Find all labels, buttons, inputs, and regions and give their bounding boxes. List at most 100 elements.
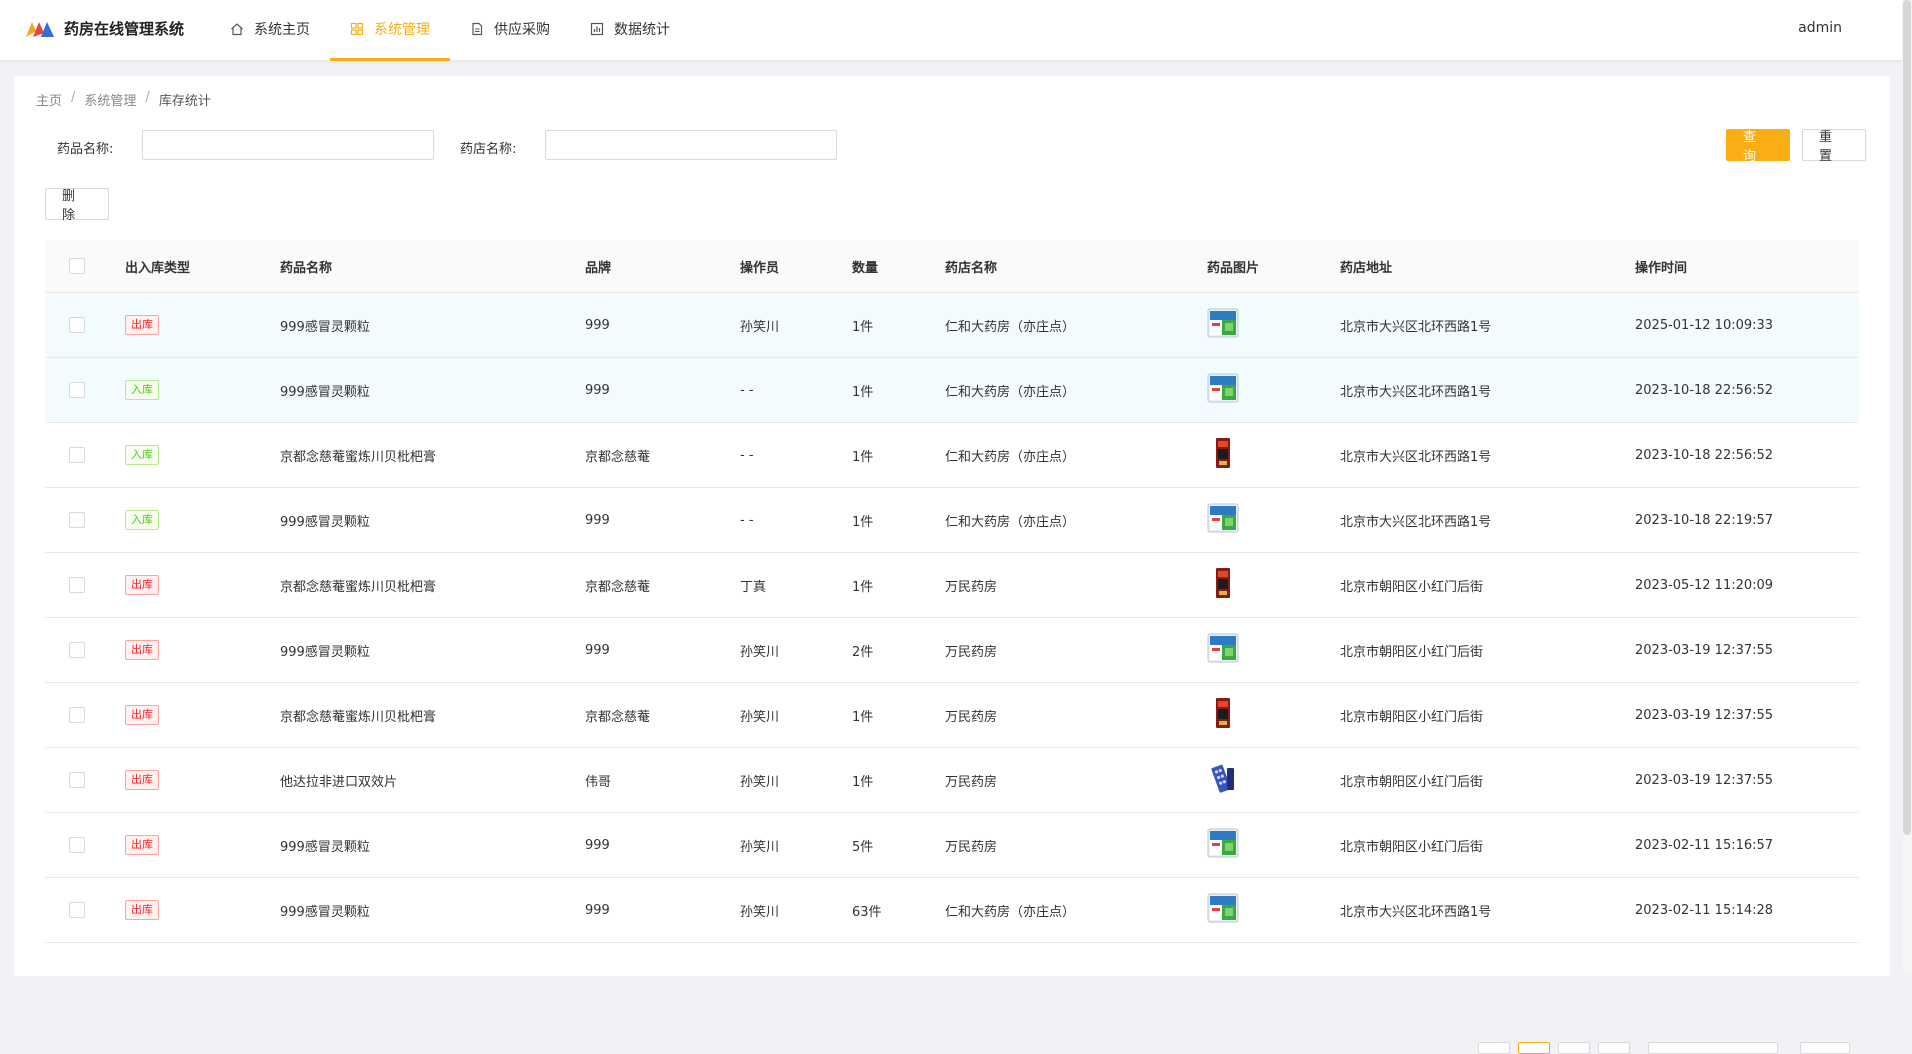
address-cell: 北京市大兴区北环西路1号 — [1340, 449, 1492, 465]
nav-item-stats[interactable]: 数据统计 — [570, 0, 690, 61]
time-cell: 2023-10-18 22:56:52 — [1635, 382, 1774, 398]
quantity-cell: 1件 — [852, 709, 874, 725]
drug-image[interactable] — [1207, 372, 1239, 404]
scrollbar-thumb[interactable] — [1903, 0, 1911, 835]
row-checkbox[interactable] — [69, 447, 85, 463]
table-row[interactable]: 入库 京都念慈菴蜜炼川贝枇杷膏 京都念慈菴 - - 1件 仁和大药房（亦庄点） 北京市大兴区… — [45, 423, 1859, 488]
column-header: 出入库类型 — [125, 260, 191, 276]
type-tag: 入库 — [125, 510, 159, 530]
pager-page-button[interactable] — [1518, 1042, 1550, 1054]
table-row[interactable]: 出库 999感冒灵颗粒 999 孙笑川 63件 仁和大药房（亦庄点） 北京市大兴区北环西路1… — [45, 878, 1859, 943]
pager-size-select[interactable] — [1648, 1042, 1778, 1054]
pager-next-button[interactable] — [1598, 1042, 1630, 1054]
type-tag: 出库 — [125, 315, 159, 335]
pager-prev-button[interactable] — [1478, 1042, 1510, 1054]
table-row[interactable]: 入库 999感冒灵颗粒 999 - - 1件 仁和大药房（亦庄点） 北京市大兴区北环西路1号… — [45, 358, 1859, 423]
table-row[interactable]: 出库 京都念慈菴蜜炼川贝枇杷膏 京都念慈菴 丁真 1件 万民药房 北京市朝阳区小红门后街 20… — [45, 553, 1859, 618]
page-scrollbar[interactable] — [1902, 0, 1912, 972]
content-card: 主页 / 系统管理 / 库存统计 药品名称: 药店名称: 查 询 重 置 删 除… — [14, 76, 1890, 1054]
quantity-cell: 1件 — [852, 449, 874, 465]
nav-label: 系统管理 — [374, 22, 430, 38]
brand-cell: 999 — [585, 382, 610, 398]
address-cell: 北京市朝阳区小红门后街 — [1340, 839, 1484, 855]
quantity-cell: 2件 — [852, 644, 874, 660]
operator-cell: 孙笑川 — [740, 774, 780, 790]
store-cell: 万民药房 — [945, 774, 998, 790]
quantity-cell: 1件 — [852, 514, 874, 530]
nav-item-system[interactable]: 系统管理 — [330, 0, 450, 61]
select-all-checkbox[interactable] — [69, 258, 85, 274]
type-tag: 出库 — [125, 900, 159, 920]
store-cell: 万民药房 — [945, 644, 998, 660]
delete-button[interactable]: 删 除 — [45, 188, 109, 223]
search-form: 药品名称: 药店名称: 查 询 重 置 — [14, 128, 1890, 164]
table-row[interactable]: 入库 999感冒灵颗粒 999 - - 1件 仁和大药房（亦庄点） 北京市大兴区北环西路1号… — [45, 488, 1859, 553]
nav-label: 系统主页 — [254, 22, 310, 38]
user-menu[interactable]: admin — [1798, 20, 1842, 36]
drug-image[interactable] — [1207, 697, 1239, 729]
row-checkbox[interactable] — [69, 512, 85, 528]
grid-icon — [350, 22, 364, 36]
main-nav: 系统主页 系统管理 供应采购 数据统计 — [210, 0, 690, 61]
operator-cell: 孙笑川 — [740, 709, 780, 725]
time-cell: 2023-03-19 12:37:55 — [1635, 772, 1774, 788]
row-checkbox[interactable] — [69, 317, 85, 333]
drug-image[interactable] — [1207, 307, 1239, 339]
table-row[interactable]: 出库 999感冒灵颗粒 999 孙笑川 2件 万民药房 北京市朝阳区小红门后街 2023-03… — [45, 618, 1859, 683]
drug-name-cell: 京都念慈菴蜜炼川贝枇杷膏 — [280, 579, 437, 595]
row-checkbox[interactable] — [69, 577, 85, 593]
drug-image[interactable] — [1207, 827, 1239, 859]
brand[interactable]: 药房在线管理系统 — [24, 18, 184, 39]
drug-image[interactable] — [1207, 632, 1239, 664]
drug-name-input[interactable] — [142, 130, 434, 160]
store-name-input[interactable] — [545, 130, 837, 160]
operator-cell: - - — [740, 447, 754, 463]
row-checkbox[interactable] — [69, 642, 85, 658]
column-header: 药品名称 — [280, 260, 333, 276]
table-row[interactable]: 出库 京都念慈菴蜜炼川贝枇杷膏 京都念慈菴 孙笑川 1件 万民药房 北京市朝阳区小红门后街 2… — [45, 683, 1859, 748]
address-cell: 北京市朝阳区小红门后街 — [1340, 709, 1484, 725]
store-cell: 仁和大药房（亦庄点） — [945, 449, 1076, 465]
store-cell: 仁和大药房（亦庄点） — [945, 319, 1076, 335]
time-cell: 2023-02-11 15:14:28 — [1635, 902, 1774, 918]
reset-button[interactable]: 重 置 — [1802, 129, 1866, 164]
nav-item-home[interactable]: 系统主页 — [210, 0, 330, 61]
document-icon — [472, 22, 483, 36]
drug-image[interactable] — [1207, 762, 1239, 794]
brand-cell: 999 — [585, 837, 610, 853]
operator-cell: 丁真 — [740, 579, 767, 595]
column-header: 品牌 — [585, 260, 612, 276]
row-checkbox[interactable] — [69, 707, 85, 723]
pager-page-button[interactable] — [1558, 1042, 1590, 1054]
pager-jump-input[interactable] — [1800, 1042, 1850, 1054]
drug-image[interactable] — [1207, 437, 1239, 469]
breadcrumb: 主页 / 系统管理 / 库存统计 — [36, 90, 211, 109]
store-cell: 仁和大药房（亦庄点） — [945, 514, 1076, 530]
row-checkbox[interactable] — [69, 902, 85, 918]
table-row[interactable]: 出库 999感冒灵颗粒 999 孙笑川 5件 万民药房 北京市朝阳区小红门后街 2023-02… — [45, 813, 1859, 878]
row-checkbox[interactable] — [69, 772, 85, 788]
time-cell: 2025-01-12 10:09:33 — [1635, 317, 1774, 333]
quantity-cell: 1件 — [852, 319, 874, 335]
query-button[interactable]: 查 询 — [1726, 129, 1790, 164]
breadcrumb-system[interactable]: 系统管理 — [84, 90, 136, 109]
type-tag: 入库 — [125, 380, 159, 400]
table-row[interactable]: 出库 999感冒灵颗粒 999 孙笑川 1件 仁和大药房（亦庄点） 北京市大兴区北环西路1号… — [45, 293, 1859, 358]
operator-cell: - - — [740, 382, 754, 398]
table-row[interactable]: 出库 他达拉非进口双效片 伟哥 孙笑川 1件 万民药房 北京市朝阳区小红门后街 2023-03… — [45, 748, 1859, 813]
drug-image[interactable] — [1207, 502, 1239, 534]
table-body: 出库 999感冒灵颗粒 999 孙笑川 1件 仁和大药房（亦庄点） 北京市大兴区北环西路1号… — [45, 293, 1859, 943]
table-header: 出入库类型 药品名称 品牌 操作员 数量 药店名称 药品图片 药店地址 操作时间 — [45, 240, 1859, 293]
type-tag: 出库 — [125, 575, 159, 595]
column-header: 药店名称 — [945, 260, 998, 276]
row-checkbox[interactable] — [69, 382, 85, 398]
row-checkbox[interactable] — [69, 837, 85, 853]
breadcrumb-home[interactable]: 主页 — [36, 90, 62, 109]
drug-image[interactable] — [1207, 892, 1239, 924]
time-cell: 2023-03-19 12:37:55 — [1635, 707, 1774, 723]
address-cell: 北京市大兴区北环西路1号 — [1340, 319, 1492, 335]
drug-name-cell: 京都念慈菴蜜炼川贝枇杷膏 — [280, 449, 437, 465]
drug-image[interactable] — [1207, 567, 1239, 599]
nav-item-supply[interactable]: 供应采购 — [450, 0, 570, 61]
type-tag: 出库 — [125, 640, 159, 660]
